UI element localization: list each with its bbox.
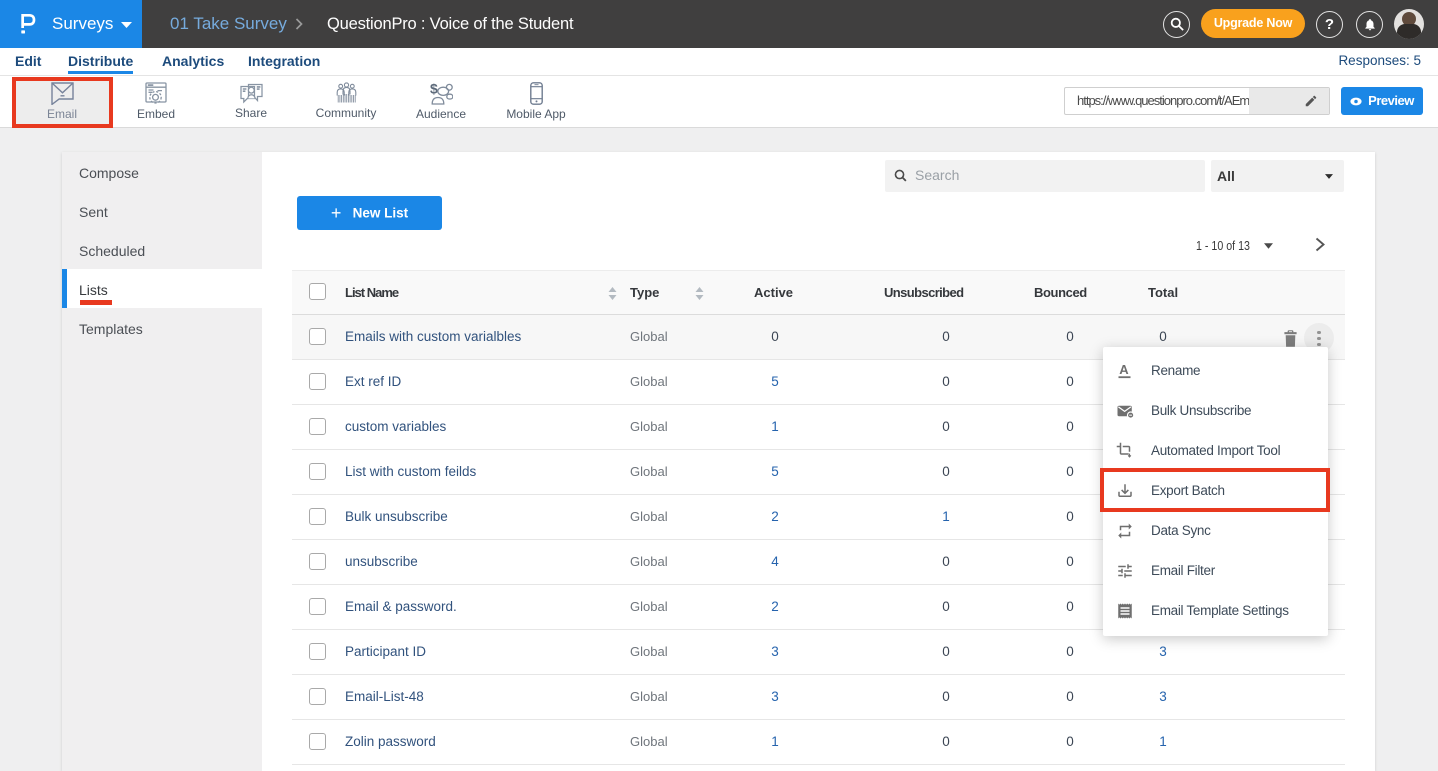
- svg-text:$: $: [430, 82, 438, 97]
- svg-text:A: A: [1119, 362, 1129, 377]
